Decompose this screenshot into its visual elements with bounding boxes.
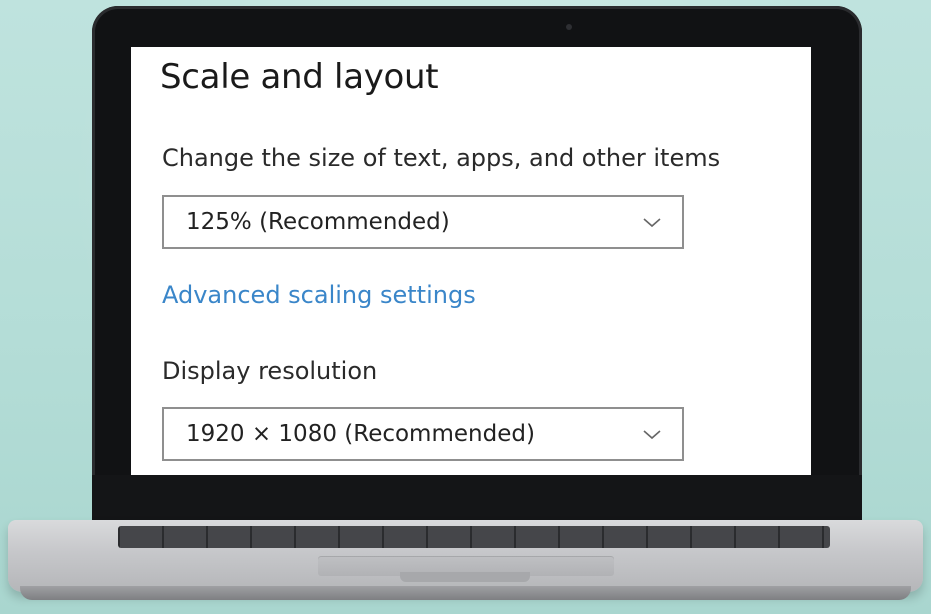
chevron-down-icon: [643, 218, 661, 228]
lid-opening-notch: [400, 572, 530, 582]
keyboard: [118, 526, 830, 548]
settings-screen: Scale and layout Change the size of text…: [131, 47, 811, 475]
page-title: Scale and layout: [160, 57, 439, 97]
chevron-down-icon: [643, 430, 661, 440]
resolution-dropdown[interactable]: 1920 × 1080 (Recommended): [162, 407, 684, 461]
advanced-scaling-link[interactable]: Advanced scaling settings: [162, 281, 476, 309]
webcam: [566, 24, 572, 30]
scale-label: Change the size of text, apps, and other…: [162, 144, 721, 172]
scale-dropdown-value: 125% (Recommended): [186, 209, 450, 235]
scale-dropdown[interactable]: 125% (Recommended): [162, 195, 684, 249]
laptop-front-edge: [20, 586, 911, 600]
resolution-dropdown-value: 1920 × 1080 (Recommended): [186, 421, 535, 447]
screen-bottom-bezel: [92, 475, 862, 526]
resolution-label: Display resolution: [162, 357, 378, 385]
